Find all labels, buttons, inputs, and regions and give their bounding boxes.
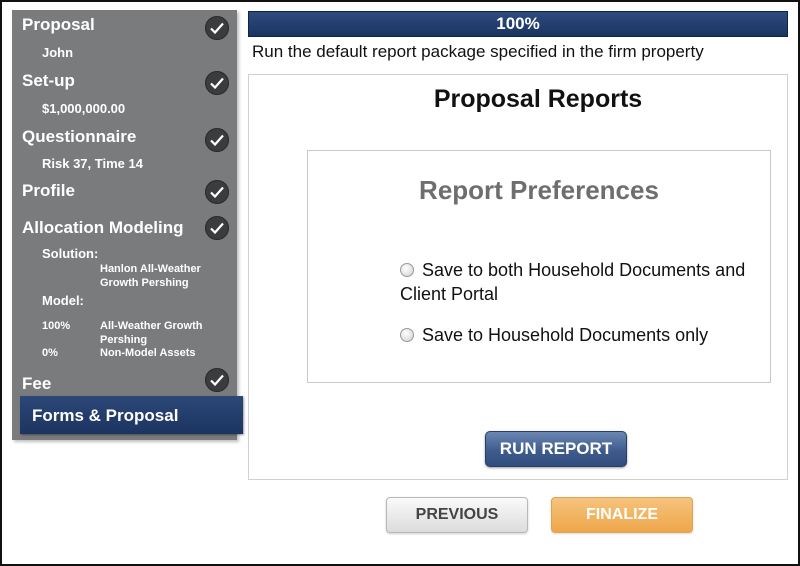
model-label: Model:	[42, 293, 84, 308]
radio-button[interactable]	[400, 263, 414, 277]
option-save-both[interactable]: Save to both Household Documents and Cli…	[400, 258, 760, 306]
solution-label: Solution:	[42, 246, 99, 261]
previous-button[interactable]: PREVIOUS	[386, 497, 528, 533]
step-label: Forms & Proposal	[32, 406, 179, 425]
model-pct: 100%	[42, 320, 71, 332]
progress-label: 100%	[496, 14, 540, 33]
step-label: Questionnaire	[22, 127, 137, 146]
checkmark-icon	[205, 216, 229, 240]
progress-bar: 100%	[248, 11, 788, 37]
option-save-household-only[interactable]: Save to Household Documents only	[400, 323, 760, 347]
radio-button[interactable]	[400, 328, 414, 342]
step-description: Run the default report package specified…	[252, 42, 704, 61]
solution-value: Hanlon All-Weather Growth Pershing	[100, 263, 201, 289]
model-pct: 0%	[42, 347, 58, 359]
checkmark-icon	[205, 128, 229, 152]
step-label: Profile	[22, 181, 75, 200]
finalize-button[interactable]: FINALIZE	[551, 497, 693, 533]
page-title: Proposal Reports	[433, 85, 643, 113]
checkmark-icon	[205, 180, 229, 204]
step-label: Fee	[22, 374, 52, 393]
step-label: Set-up	[22, 71, 75, 90]
step-detail: John	[42, 45, 74, 60]
step-detail: $1,000,000.00	[42, 101, 126, 116]
step-label: Allocation Modeling	[22, 218, 184, 237]
checkmark-icon	[205, 16, 229, 40]
checkmark-icon	[205, 368, 229, 392]
model-name: All-Weather Growth Pershing	[100, 320, 203, 346]
sidebar-step-forms-proposal[interactable]: Forms & Proposal	[20, 396, 243, 434]
option-label: Save to Household Documents only	[422, 325, 709, 345]
content-panel: Proposal Reports Report Preferences Save…	[248, 74, 788, 480]
report-preferences-panel: Report Preferences Save to both Househol…	[307, 150, 771, 383]
model-name: Non-Model Assets	[100, 347, 196, 359]
checkmark-icon	[205, 71, 229, 95]
option-label: Save to both Household Documents and Cli…	[400, 260, 746, 304]
preferences-title: Report Preferences	[419, 175, 659, 205]
step-label: Proposal	[22, 15, 95, 34]
run-report-button[interactable]: RUN REPORT	[485, 431, 627, 467]
step-detail: Risk 37, Time 14	[42, 156, 143, 171]
sidebar: Proposal John Set-up $1,000,000.00 Quest…	[12, 10, 243, 440]
